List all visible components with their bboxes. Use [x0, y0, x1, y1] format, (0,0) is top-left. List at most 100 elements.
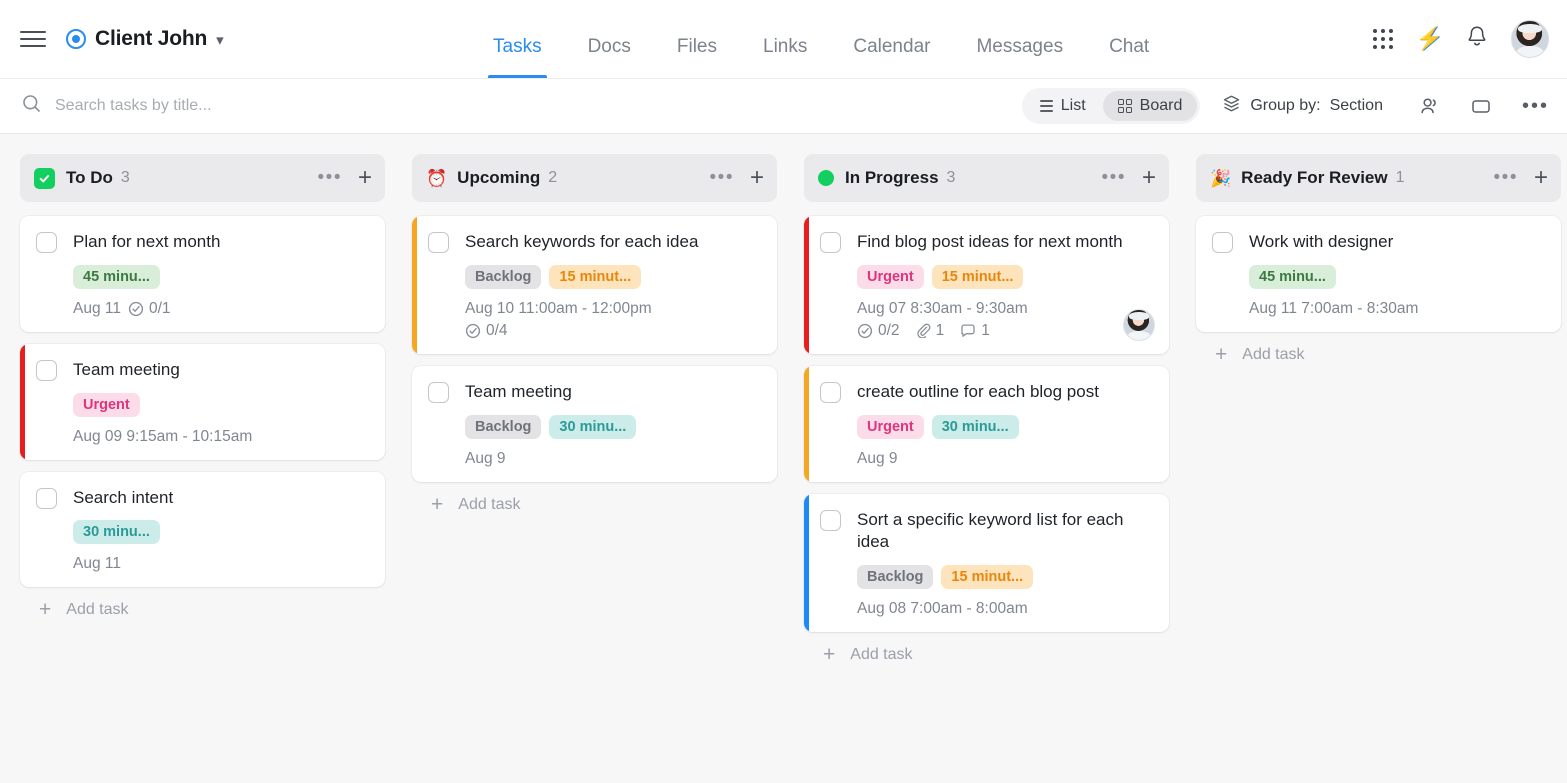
column-more-icon[interactable]: •••	[710, 168, 734, 187]
column-more-icon[interactable]: •••	[1494, 168, 1518, 187]
task-checklist-count: 0/1	[148, 299, 171, 317]
column-add-icon[interactable]: +	[750, 166, 764, 190]
task-tag[interactable]: 30 minu...	[549, 414, 637, 439]
task-complete-checkbox[interactable]	[36, 359, 57, 381]
task-tag[interactable]: Urgent	[857, 414, 924, 439]
task-title: create outline for each blog post	[857, 381, 1099, 401]
chevron-down-icon[interactable]: ▾	[216, 33, 224, 48]
column-actions: ••• +	[710, 166, 764, 190]
column-header-upcoming[interactable]: ⏰ Upcoming 2 ••• +	[412, 154, 777, 202]
task-card[interactable]: Team meeting Backlog 30 minu... Aug 9	[412, 365, 777, 482]
column-add-icon[interactable]: +	[1142, 166, 1156, 190]
task-tags: 45 minu...	[73, 264, 369, 289]
people-icon[interactable]	[1419, 96, 1440, 117]
task-tag[interactable]: Backlog	[465, 414, 542, 439]
workspace-name: Client John	[95, 27, 208, 50]
view-list-button[interactable]: List	[1025, 91, 1101, 121]
task-card[interactable]: Work with designer 45 minu... Aug 11 7:00a…	[1196, 216, 1561, 332]
column-header-to-do[interactable]: To Do 3 ••• +	[20, 154, 385, 202]
task-date: Aug 11	[73, 299, 121, 317]
task-card-top: Search keywords for each idea	[428, 231, 761, 254]
task-card[interactable]: Find blog post ideas for next month Urgen…	[804, 216, 1169, 354]
hamburger-menu-icon[interactable]	[16, 22, 50, 56]
task-meta: Aug 11 0/1	[73, 300, 369, 318]
main-nav: Tasks Docs Files Links Calendar Messages…	[470, 36, 1172, 78]
task-tag[interactable]: 45 minu...	[73, 264, 160, 289]
task-tag[interactable]: 30 minu...	[931, 414, 1019, 439]
task-complete-checkbox[interactable]	[1212, 232, 1233, 253]
task-card[interactable]: create outline for each blog post Urgent 3…	[804, 365, 1169, 482]
task-card[interactable]: Plan for next month 45 minu... Aug 11 0/1	[20, 216, 385, 332]
view-board-label: Board	[1139, 97, 1183, 114]
tab-chat[interactable]: Chat	[1086, 36, 1172, 78]
tab-files[interactable]: Files	[654, 36, 740, 78]
more-options-icon[interactable]: •••	[1521, 95, 1549, 117]
task-card-top: Find blog post ideas for next month	[820, 231, 1153, 254]
task-complete-checkbox[interactable]	[428, 232, 449, 253]
group-by-control[interactable]: Group by: Section	[1222, 94, 1383, 118]
task-tag[interactable]: 15 minut...	[941, 565, 1034, 590]
header-actions: ⚡	[1372, 20, 1549, 58]
grid-apps-icon[interactable]	[1372, 29, 1393, 49]
task-complete-checkbox[interactable]	[36, 232, 57, 253]
task-date: Aug 11 7:00am - 8:30am	[1249, 299, 1419, 317]
task-tag[interactable]: 15 minut...	[549, 264, 642, 289]
task-card[interactable]: Search keywords for each idea Backlog 15 m…	[412, 216, 777, 354]
task-complete-checkbox[interactable]	[820, 381, 841, 403]
task-checklist: 0/4	[465, 322, 508, 340]
add-task-button[interactable]: + Add task	[20, 587, 385, 620]
add-task-button[interactable]: + Add task	[804, 632, 1169, 665]
tab-tasks[interactable]: Tasks	[470, 36, 565, 78]
more-options-glyph: •••	[1521, 95, 1549, 117]
task-assignee-avatar[interactable]	[1123, 308, 1155, 341]
task-complete-checkbox[interactable]	[820, 509, 841, 531]
search-input[interactable]	[55, 97, 475, 115]
add-task-label: Add task	[458, 495, 521, 513]
task-complete-checkbox[interactable]	[36, 487, 57, 509]
task-date: Aug 08 7:00am - 8:00am	[857, 600, 1028, 618]
user-avatar[interactable]	[1511, 20, 1549, 58]
kanban-board: To Do 3 ••• + Plan for next month 45 minu... A…	[0, 134, 1567, 783]
task-tag[interactable]: Urgent	[73, 392, 140, 417]
task-complete-checkbox[interactable]	[820, 232, 841, 253]
task-tag[interactable]: 45 minu...	[1249, 264, 1336, 289]
task-tag[interactable]: Backlog	[857, 565, 934, 590]
column-add-icon[interactable]: +	[1534, 166, 1548, 190]
notification-bell-icon[interactable]	[1466, 25, 1488, 53]
tag-icon[interactable]	[1470, 97, 1492, 116]
task-date-row: Aug 08 7:00am - 8:00am	[857, 600, 1153, 618]
column-card-list: Search keywords for each idea Backlog 15 m…	[412, 216, 777, 482]
list-view-icon	[1039, 100, 1053, 112]
tab-docs[interactable]: Docs	[565, 36, 654, 78]
task-tag[interactable]: Backlog	[465, 264, 542, 289]
task-date: Aug 07 8:30am - 9:30am	[857, 299, 1028, 317]
column-header-ready-for-review[interactable]: 🎉 Ready For Review 1 ••• +	[1196, 154, 1561, 202]
task-tag[interactable]: 15 minut...	[931, 264, 1024, 289]
task-title: Plan for next month	[73, 232, 221, 251]
task-card[interactable]: Search intent 30 minu... Aug 11	[20, 471, 385, 588]
task-card[interactable]: Sort a specific keyword list for each id…	[804, 493, 1169, 633]
board-column-upcoming: ⏰ Upcoming 2 ••• + Search keywords for each i…	[412, 154, 777, 783]
tab-calendar[interactable]: Calendar	[830, 36, 953, 78]
search-area	[22, 94, 1022, 118]
add-task-button[interactable]: + Add task	[1196, 332, 1561, 365]
column-status-dot-icon	[818, 170, 834, 186]
column-header-in-progress[interactable]: In Progress 3 ••• +	[804, 154, 1169, 202]
lightning-bolt-icon[interactable]: ⚡	[1416, 28, 1443, 50]
task-complete-checkbox[interactable]	[428, 381, 449, 403]
column-more-icon[interactable]: •••	[1102, 168, 1126, 187]
column-more-icon[interactable]: •••	[318, 168, 342, 187]
task-tags: Backlog 15 minut...	[465, 264, 761, 289]
tab-messages[interactable]: Messages	[953, 36, 1086, 78]
task-tag[interactable]: Urgent	[857, 264, 924, 289]
view-board-button[interactable]: Board	[1102, 91, 1198, 121]
task-tag[interactable]: 30 minu...	[73, 520, 160, 545]
task-tags: Backlog 30 minu...	[465, 414, 761, 439]
task-card[interactable]: Team meeting Urgent Aug 09 9:15am - 10:15a…	[20, 343, 385, 460]
workspace-selector[interactable]: Client John ▾	[66, 27, 224, 51]
column-add-icon[interactable]: +	[358, 166, 372, 190]
add-task-button[interactable]: + Add task	[412, 482, 777, 515]
tab-links[interactable]: Links	[740, 36, 830, 78]
task-title: Team meeting	[73, 359, 180, 379]
task-indicators: 0/4	[465, 322, 761, 340]
